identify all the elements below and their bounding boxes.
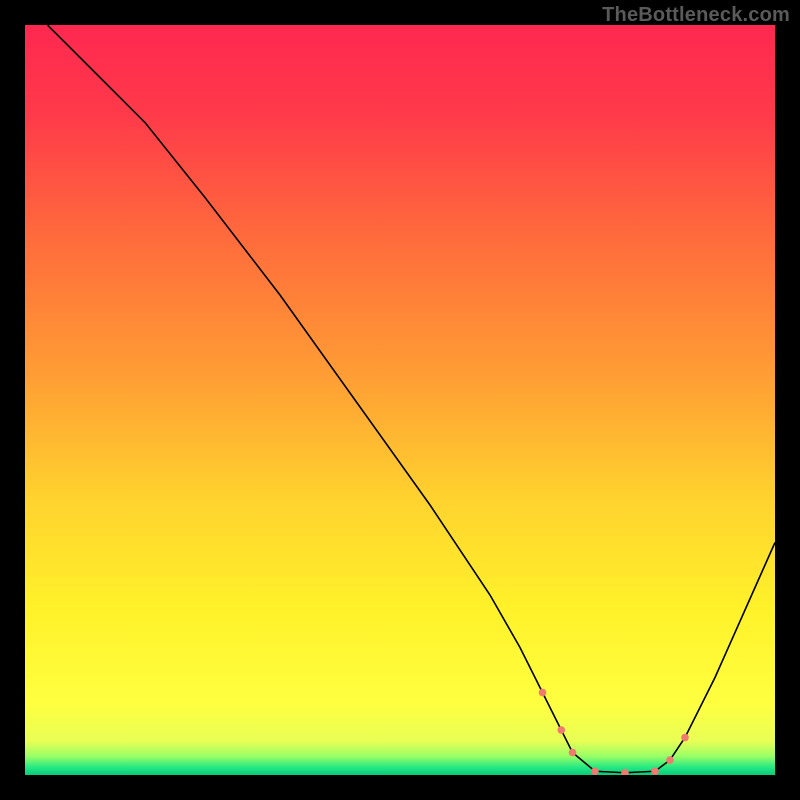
sweet-spot-dot (666, 756, 674, 764)
sweet-spot-dot (539, 689, 547, 697)
sweet-spot-dot (569, 749, 577, 757)
sweet-spot-dot (621, 769, 629, 775)
sweet-spot-dot (681, 734, 689, 742)
bottleneck-curve (48, 25, 776, 773)
sweet-spot-dot (651, 767, 659, 775)
watermark-text: TheBottleneck.com (602, 4, 790, 27)
sweet-spot-dot (591, 767, 599, 775)
plot-area (25, 25, 775, 775)
chart-frame: TheBottleneck.com (0, 0, 800, 800)
plot-svg (25, 25, 775, 775)
sweet-spot-dot (557, 726, 565, 734)
